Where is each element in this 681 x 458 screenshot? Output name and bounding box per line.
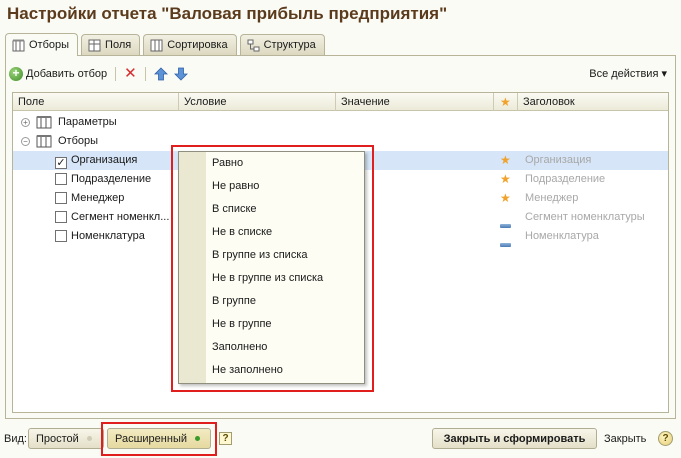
dropdown-gutter <box>179 152 206 383</box>
row-field: Организация <box>71 154 138 166</box>
row-field: Сегмент номенкл... <box>71 211 170 223</box>
tab-filters[interactable]: Отборы <box>5 33 79 56</box>
column-header-condition[interactable]: Условие <box>179 93 336 111</box>
tab-fields-label: Поля <box>105 39 132 51</box>
group-label: Параметры <box>58 116 117 128</box>
row-heading: Подразделение <box>525 173 606 185</box>
add-icon: + <box>9 67 23 81</box>
row-heading: Организация <box>525 154 592 166</box>
toolbar-separator <box>115 67 117 81</box>
row-field: Подразделение <box>71 173 152 185</box>
row-checkbox[interactable] <box>55 192 67 204</box>
row-heading: Номенклатура <box>525 230 599 242</box>
add-filter-label: Добавить отбор <box>26 68 108 80</box>
condition-option[interactable]: Заполнено <box>212 336 267 359</box>
column-header-value[interactable]: Значение <box>336 93 494 111</box>
collapse-icon[interactable]: − <box>21 137 30 147</box>
row-checkbox[interactable] <box>55 211 67 223</box>
sort-icon <box>150 39 163 51</box>
condition-option[interactable]: Равно <box>212 152 243 175</box>
column-header-heading[interactable]: Заголовок <box>518 93 668 111</box>
condition-option[interactable]: Не равно <box>212 175 259 198</box>
close-and-generate-button[interactable]: Закрыть и сформировать <box>432 428 597 449</box>
row-field: Номенклатура <box>71 230 145 242</box>
filters-folder-icon <box>36 135 52 148</box>
view-label: Вид: <box>4 433 27 445</box>
condition-dropdown: Равно Не равно В списке Не в списке В гр… <box>178 151 365 384</box>
tab-fields[interactable]: Поля <box>81 34 141 55</box>
row-heading: Сегмент номенклатуры <box>525 211 645 223</box>
star-icon: ★ <box>500 153 511 167</box>
row-checkbox[interactable] <box>55 230 67 242</box>
help-square-icon[interactable]: ? <box>219 432 232 445</box>
tab-structure-label: Структура <box>263 39 316 51</box>
condition-option[interactable]: Не заполнено <box>212 359 283 382</box>
column-header-field[interactable]: Поле <box>13 93 179 111</box>
star-icon: ★ <box>500 191 511 205</box>
simple-view-label: Простой <box>36 432 79 445</box>
close-button[interactable]: Закрыть <box>604 433 646 445</box>
structure-icon <box>247 39 260 51</box>
column-header-star[interactable]: ★ <box>494 93 518 111</box>
row-checkbox[interactable]: ✓ <box>55 154 67 169</box>
tab-sort-label: Сортировка <box>167 39 228 51</box>
row-checkbox[interactable] <box>55 173 67 185</box>
condition-option[interactable]: В группе <box>212 290 256 313</box>
dash-icon <box>500 235 511 247</box>
tab-bar: Отборы Поля Сортировка Структура <box>5 33 328 56</box>
table-header: Поле Условие Значение ★ Заголовок <box>13 93 668 111</box>
star-icon: ★ <box>500 172 511 186</box>
condition-option[interactable]: Не в группе <box>212 313 272 336</box>
condition-option[interactable]: Не в списке <box>212 221 272 244</box>
filter-icon <box>12 39 25 51</box>
tree-group-parameters[interactable]: + Параметры <box>13 113 668 132</box>
toolbar-separator <box>144 67 146 81</box>
expand-icon[interactable]: + <box>21 118 30 128</box>
inactive-indicator-icon <box>86 436 92 441</box>
all-actions-menu[interactable]: Все действия ▾ <box>589 67 667 80</box>
fields-icon <box>88 39 101 51</box>
filters-toolbar: + Добавить отбор ✕ <box>9 65 188 83</box>
move-down-icon[interactable] <box>173 67 188 81</box>
dash-icon <box>500 216 511 228</box>
tab-sort[interactable]: Сортировка <box>143 34 237 55</box>
condition-option[interactable]: В списке <box>212 198 257 221</box>
row-heading: Менеджер <box>525 192 579 204</box>
tab-structure[interactable]: Структура <box>239 34 325 55</box>
group-label: Отборы <box>58 135 99 147</box>
add-filter-button[interactable]: + Добавить отбор <box>9 67 107 81</box>
simple-view-button[interactable]: Простой <box>28 428 104 449</box>
window-title: Настройки отчета "Валовая прибыль предпр… <box>7 4 448 23</box>
parameters-folder-icon <box>36 116 52 129</box>
condition-option[interactable]: Не в группе из списка <box>212 267 323 290</box>
move-up-icon[interactable] <box>153 67 168 81</box>
view-highlight-frame <box>101 422 217 456</box>
condition-option[interactable]: В группе из списка <box>212 244 308 267</box>
delete-icon[interactable]: ✕ <box>124 66 137 81</box>
row-field: Менеджер <box>71 192 125 204</box>
tab-filters-label: Отборы <box>29 39 70 51</box>
help-icon[interactable]: ? <box>658 431 673 446</box>
